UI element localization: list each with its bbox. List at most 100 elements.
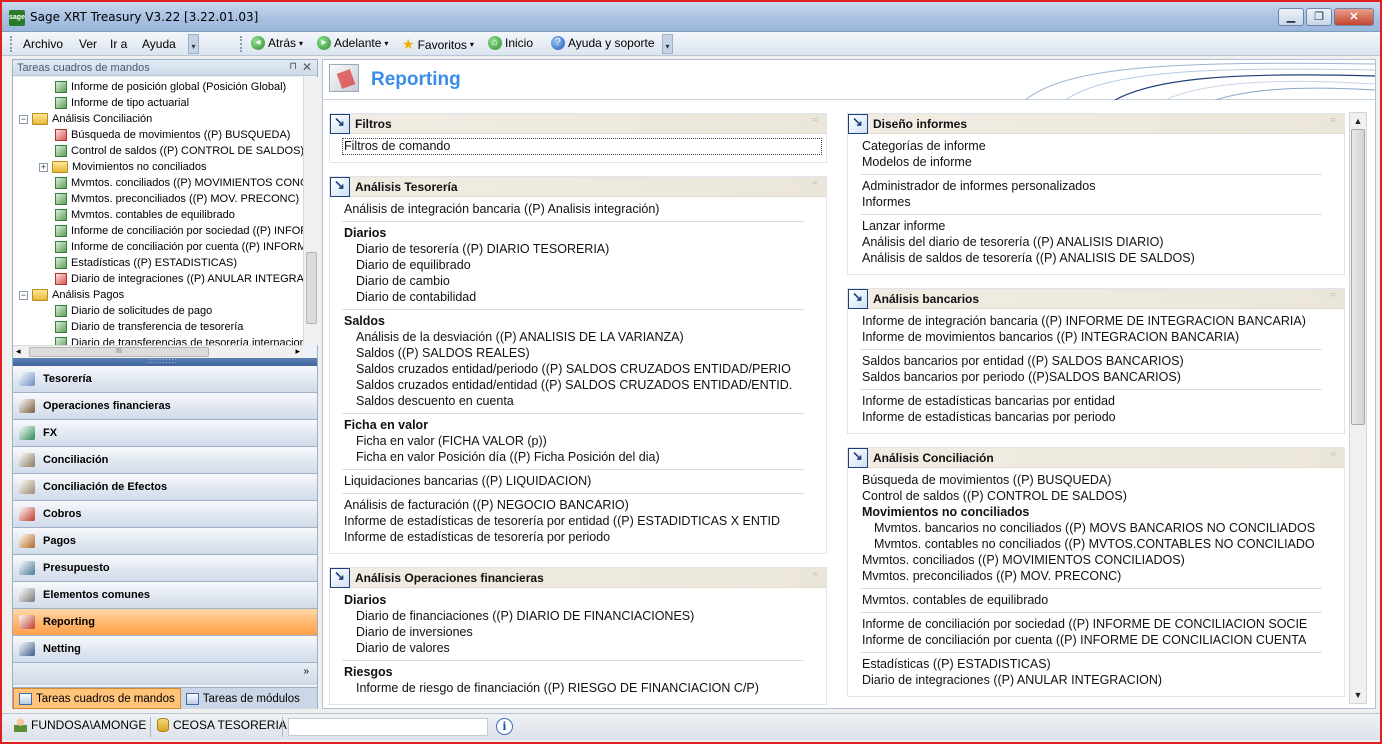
report-link[interactable]: Informe de conciliación por cuenta ((P) … <box>862 633 1342 647</box>
restore-button[interactable]: ❐ <box>1306 8 1332 26</box>
menu-archivo[interactable]: Archivo <box>23 37 63 51</box>
report-link[interactable]: Informe de estadísticas bancarias por pe… <box>862 410 1342 424</box>
report-link[interactable]: Informe de movimientos bancarios ((P) IN… <box>862 330 1342 344</box>
module-bills-reconciliation[interactable]: Conciliación de Efectos <box>13 474 317 501</box>
collapse-icon[interactable]: − <box>19 290 28 300</box>
panel-splitter[interactable]: :::::::::: <box>13 358 317 366</box>
report-link[interactable]: Categorías de informe <box>862 139 1342 153</box>
menu-ayuda[interactable]: Ayuda <box>142 37 176 51</box>
report-link[interactable]: Saldos bancarios por entidad ((P) SALDOS… <box>862 354 1342 368</box>
close-button[interactable]: ✕ <box>1334 8 1374 26</box>
report-link[interactable]: Diario de valores <box>356 641 824 655</box>
scroll-thumb[interactable]: III <box>29 347 209 357</box>
tree-item[interactable]: Diario de transferencia de tesorería <box>55 319 243 335</box>
report-link[interactable]: Saldos ((P) SALDOS REALES) <box>356 346 824 360</box>
report-link[interactable]: Diario de integraciones ((P) ANULAR INTE… <box>862 673 1342 687</box>
info-icon[interactable]: i <box>496 718 513 735</box>
report-link[interactable]: Diario de financiaciones ((P) DIARIO DE … <box>356 609 824 623</box>
collapse-icon[interactable]: ≈ <box>1331 290 1337 301</box>
module-netting[interactable]: Netting <box>13 636 317 663</box>
tree-item[interactable]: Informe de tipo actuarial <box>55 95 189 111</box>
main-vertical-scrollbar[interactable]: ▲ ▼ <box>1349 112 1367 704</box>
report-link[interactable]: Análisis del diario de tesorería ((P) AN… <box>862 235 1342 249</box>
group-header[interactable]: Filtros ≈ <box>330 114 826 134</box>
group-header[interactable]: Diseño informes ≈ <box>848 114 1344 134</box>
menu-ir-a[interactable]: Ir a <box>110 37 127 51</box>
report-link[interactable]: Diario de cambio <box>356 274 824 288</box>
toolbar-overflow-icon[interactable]: ▾ <box>662 34 673 54</box>
more-modules-icon[interactable]: » <box>303 666 309 677</box>
tree-item[interactable]: Informe de posición global (Posición Glo… <box>55 79 286 95</box>
collapse-icon[interactable]: ≈ <box>813 115 819 126</box>
report-link[interactable]: Informe de conciliación por sociedad ((P… <box>862 617 1342 631</box>
report-link[interactable]: Ficha en valor (FICHA VALOR (p)) <box>356 434 824 448</box>
tree-horizontal-scrollbar[interactable]: ◂ III ▸ <box>13 345 303 358</box>
report-link[interactable]: Mvmtos. contables de equilibrado <box>862 593 1342 607</box>
module-collections[interactable]: Cobros <box>13 501 317 528</box>
report-link[interactable]: Mvmtos. conciliados ((P) MOVIMIENTOS CON… <box>862 553 1342 567</box>
tree-item[interactable]: − Análisis Pagos <box>19 287 124 303</box>
tree-item[interactable]: Diario de solicitudes de pago <box>55 303 212 319</box>
report-link[interactable]: Informe de estadísticas bancarias por en… <box>862 394 1342 408</box>
tree-item[interactable]: Mvmtos. conciliados ((P) MOVIMIENTOS CON… <box>55 175 303 191</box>
report-link[interactable]: Informes <box>862 195 1342 209</box>
tree-item[interactable]: Mvmtos. contables de equilibrado <box>55 207 235 223</box>
report-link[interactable]: Saldos descuento en cuenta <box>356 394 824 408</box>
tree-item[interactable]: Diario de transferencias de tesorería in… <box>55 335 303 345</box>
scroll-up-icon[interactable]: ▲ <box>1350 113 1366 129</box>
report-link[interactable]: Saldos bancarios por periodo ((P)SALDOS … <box>862 370 1342 384</box>
module-treasury[interactable]: Tesorería <box>13 366 317 393</box>
report-link[interactable]: Control de saldos ((P) CONTROL DE SALDOS… <box>862 489 1342 503</box>
expand-icon[interactable]: + <box>39 162 48 172</box>
tree-item[interactable]: − Análisis Conciliación <box>19 111 152 127</box>
report-link[interactable]: Análisis de la desviación ((P) ANALISIS … <box>356 330 824 344</box>
report-link[interactable]: Administrador de informes personalizados <box>862 179 1342 193</box>
group-header[interactable]: Análisis Conciliación ≈ <box>848 448 1344 468</box>
forward-button[interactable]: ▸ Adelante ▾ <box>317 36 388 50</box>
report-link[interactable]: Análisis de saldos de tesorería ((P) ANA… <box>862 251 1342 265</box>
tree-item[interactable]: Informe de conciliación por cuenta ((P) … <box>55 239 303 255</box>
report-link[interactable]: Diario de equilibrado <box>356 258 824 272</box>
module-common-elements[interactable]: Elementos comunes <box>13 582 317 609</box>
scroll-thumb[interactable] <box>306 252 317 324</box>
report-link[interactable]: Liquidaciones bancarias ((P) LIQUIDACION… <box>344 474 824 488</box>
report-link[interactable]: Estadísticas ((P) ESTADISTICAS) <box>862 657 1342 671</box>
report-link[interactable]: Saldos cruzados entidad/entidad ((P) SAL… <box>356 378 824 392</box>
group-header[interactable]: Análisis bancarios ≈ <box>848 289 1344 309</box>
module-payments[interactable]: Pagos <box>13 528 317 555</box>
menu-ver[interactable]: Ver <box>79 37 97 51</box>
collapse-icon[interactable]: ≈ <box>1331 449 1337 460</box>
more-modules-bar[interactable]: » <box>13 663 317 685</box>
tree-item[interactable]: Búsqueda de movimientos ((P) BUSQUEDA) <box>55 127 290 143</box>
back-button[interactable]: ◂ Atrás ▾ <box>251 36 303 50</box>
scroll-down-icon[interactable]: ▼ <box>1350 687 1366 703</box>
collapse-icon[interactable]: ≈ <box>813 569 819 580</box>
report-link[interactable]: Análisis de facturación ((P) NEGOCIO BAN… <box>344 498 824 512</box>
report-link[interactable]: Lanzar informe <box>862 219 1342 233</box>
tree-item[interactable]: Control de saldos ((P) CONTROL DE SALDOS… <box>55 143 303 159</box>
tree-item[interactable]: Estadísticas ((P) ESTADISTICAS) <box>55 255 237 271</box>
report-link[interactable]: Mvmtos. preconciliados ((P) MOV. PRECONC… <box>862 569 1342 583</box>
minimize-button[interactable]: ▁ <box>1278 8 1304 26</box>
tab-tareas-de-modulos[interactable]: Tareas de módulos <box>181 688 305 709</box>
report-link[interactable]: Informe de estadísticas de tesorería por… <box>344 514 824 528</box>
report-link[interactable]: Modelos de informe <box>862 155 1342 169</box>
module-budget[interactable]: Presupuesto <box>13 555 317 582</box>
report-link[interactable]: Búsqueda de movimientos ((P) BUSQUEDA) <box>862 473 1342 487</box>
report-link[interactable]: Informe de estadísticas de tesorería por… <box>344 530 824 544</box>
tree-item[interactable]: Diario de integraciones ((P) ANULAR INTE… <box>55 271 303 287</box>
tree-item[interactable]: Informe de conciliación por sociedad ((P… <box>55 223 303 239</box>
group-header[interactable]: Análisis Operaciones financieras ≈ <box>330 568 826 588</box>
toolbar-grip[interactable] <box>240 36 243 52</box>
report-link[interactable]: Filtros de comando <box>344 139 824 153</box>
report-link[interactable]: Saldos cruzados entidad/periodo ((P) SAL… <box>356 362 824 376</box>
report-link[interactable]: Análisis de integración bancaria ((P) An… <box>344 202 824 216</box>
collapse-icon[interactable]: ≈ <box>813 178 819 189</box>
help-support-button[interactable]: ? Ayuda y soporte <box>551 36 655 50</box>
report-link[interactable]: Diario de tesorería ((P) DIARIO TESORERI… <box>356 242 824 256</box>
collapse-icon[interactable]: − <box>19 114 28 124</box>
close-panel-icon[interactable]: ✕ <box>302 60 312 74</box>
report-link[interactable]: Informe de integración bancaria ((P) INF… <box>862 314 1342 328</box>
favorites-button[interactable]: ★ Favoritos ▾ <box>402 36 474 53</box>
report-link[interactable]: Diario de inversiones <box>356 625 824 639</box>
